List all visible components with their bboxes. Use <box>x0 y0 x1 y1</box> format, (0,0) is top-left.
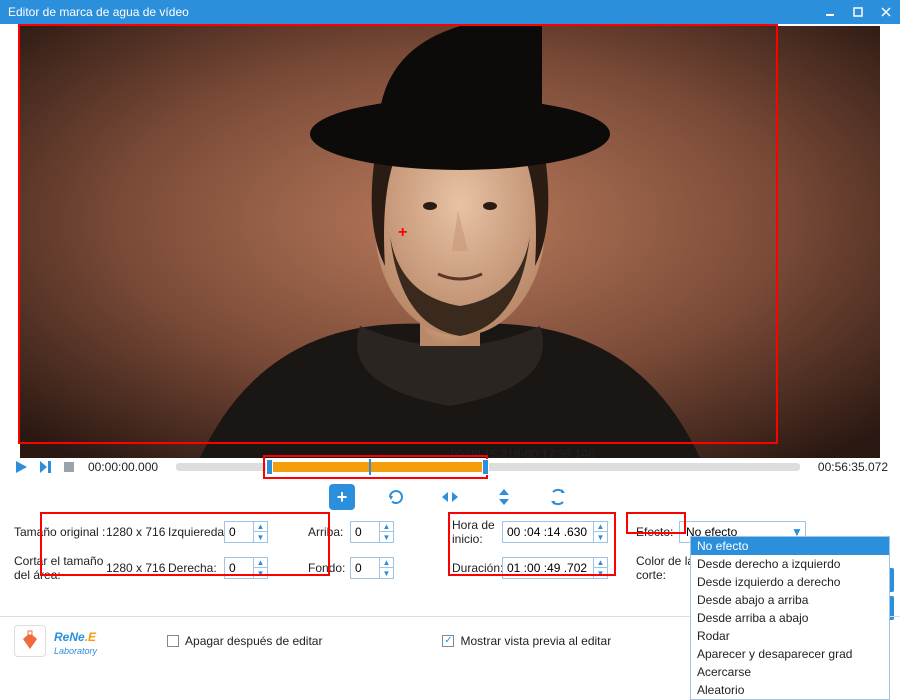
titlebar: Editor de marca de agua de vídeo <box>0 0 900 24</box>
effect-option[interactable]: Desde abajo a arriba <box>691 591 889 609</box>
size-group-highlight <box>40 512 330 576</box>
stop-button[interactable] <box>60 458 78 476</box>
shutdown-label: Apagar después de editar <box>185 634 322 648</box>
flip-vertical-button[interactable] <box>491 484 517 510</box>
time-end-label: 00:56:35.072 <box>808 460 888 474</box>
bottom-input[interactable] <box>351 558 379 578</box>
effect-option[interactable]: Desde arriba a abajo <box>691 609 889 627</box>
effect-label-highlight <box>626 512 686 534</box>
brand-text: ReNe.E <box>54 625 97 646</box>
step-button[interactable] <box>36 458 54 476</box>
effect-option[interactable]: Acercarse <box>691 663 889 681</box>
video-preview[interactable]: + <box>20 26 880 458</box>
effect-option[interactable]: No efecto <box>691 537 889 555</box>
timing-group-highlight <box>448 512 616 576</box>
range-bar <box>270 462 485 472</box>
transport-row: 00:00:00.000 00:09:15.218-00:17:38.146 0… <box>0 458 900 480</box>
range-start-handle[interactable] <box>266 459 273 475</box>
effect-option[interactable]: Aleatorio <box>691 681 889 699</box>
spinner-down-icon[interactable]: ▼ <box>379 568 393 578</box>
spinner-up-icon[interactable]: ▲ <box>379 522 393 532</box>
params-panel: Tamaño original : 1280 x 716 Izquiereda:… <box>0 518 900 582</box>
checkbox-icon <box>167 635 179 647</box>
effect-option[interactable]: Desde derecho a izquierdo <box>691 555 889 573</box>
effect-option[interactable]: Desde izquierdo a derecho <box>691 573 889 591</box>
shutdown-checkbox[interactable]: Apagar después de editar <box>167 634 322 648</box>
playhead[interactable] <box>369 459 371 475</box>
checkbox-icon: ✓ <box>442 635 454 647</box>
top-spinner[interactable]: ▲▼ <box>350 521 394 543</box>
brand-subtext: Laboratory <box>54 646 97 656</box>
minimize-button[interactable] <box>816 0 844 24</box>
brand-icon <box>14 625 46 657</box>
center-cross-icon: + <box>398 224 407 242</box>
range-end-handle[interactable] <box>482 459 489 475</box>
add-button[interactable]: + <box>329 484 355 510</box>
refresh-button[interactable] <box>545 484 571 510</box>
flip-horizontal-button[interactable] <box>437 484 463 510</box>
top-input[interactable] <box>351 522 379 542</box>
effect-option[interactable]: Aparecer y desaparecer grad <box>691 645 889 663</box>
time-start-label: 00:00:00.000 <box>88 460 168 474</box>
seek-track[interactable]: 00:09:15.218-00:17:38.146 <box>176 463 800 471</box>
maximize-button[interactable] <box>844 0 872 24</box>
close-button[interactable] <box>872 0 900 24</box>
spinner-down-icon[interactable]: ▼ <box>379 532 393 542</box>
window-title: Editor de marca de agua de vídeo <box>8 5 816 19</box>
effect-dropdown[interactable]: No efecto Desde derecho a izquierdo Desd… <box>690 536 890 700</box>
play-button[interactable] <box>12 458 30 476</box>
effect-option[interactable]: Rodar <box>691 627 889 645</box>
brand-logo: ReNe.E Laboratory <box>14 625 97 657</box>
bottom-spinner[interactable]: ▲▼ <box>350 557 394 579</box>
preview-checkbox[interactable]: ✓ Mostrar vista previa al editar <box>442 634 611 648</box>
preview-label: Mostrar vista previa al editar <box>460 634 611 648</box>
spinner-up-icon[interactable]: ▲ <box>379 558 393 568</box>
rotate-button[interactable] <box>383 484 409 510</box>
